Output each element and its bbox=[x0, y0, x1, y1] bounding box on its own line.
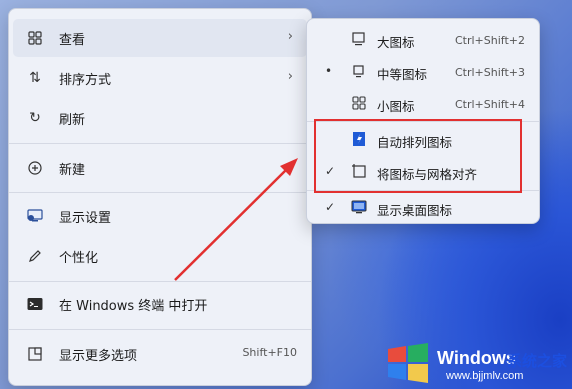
annotation-arrow bbox=[174, 158, 298, 281]
watermark-site-name: 系统之家 bbox=[507, 352, 568, 370]
watermark-brand: Windows bbox=[437, 348, 516, 368]
watermark-url: www.bjjmlv.com bbox=[446, 370, 524, 382]
windows-logo-watermark bbox=[388, 343, 428, 383]
